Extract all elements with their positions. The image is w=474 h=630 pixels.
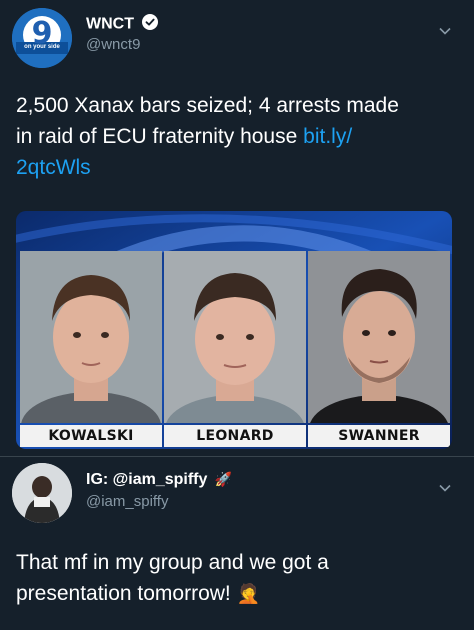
chevron-down-icon[interactable]: [438, 481, 452, 495]
tweet-text-line1: 2,500 Xanax bars seized; 4 arrests made: [16, 94, 399, 117]
tweet-iam-spiffy: IG: @iam_spiffy 🚀 @iam_spiffy That mf in…: [0, 457, 474, 630]
iam-spiffy-name-label: IG: @iam_spiffy: [86, 471, 208, 488]
tweet-text: 2,500 Xanax bars seized; 4 arrests made …: [16, 90, 456, 183]
iam-spiffy-display-name[interactable]: IG: @iam_spiffy 🚀: [86, 471, 232, 489]
nameplate-leonard: LEONARD: [164, 425, 306, 447]
iam-spiffy-handle[interactable]: @iam_spiffy: [86, 493, 168, 510]
profile-photo-icon: [12, 463, 72, 523]
nameplate-kowalski: KOWALSKI: [20, 425, 162, 447]
verified-badge-icon: [142, 14, 159, 35]
reply-text-line1: That mf in my group and we got a: [16, 551, 329, 574]
reply-text: That mf in my group and we got a present…: [16, 547, 456, 610]
wnct-avatar[interactable]: 9 on your side: [12, 8, 72, 68]
wnct-name-label: WNCT: [86, 15, 134, 33]
wnct-handle[interactable]: @wnct9: [86, 36, 140, 53]
reply-text-line2: presentation tomorrow! 🤦: [16, 578, 456, 610]
tweet-link-part1[interactable]: bit.ly/: [303, 125, 352, 148]
tweet-link-part2[interactable]: 2qtcWls: [16, 152, 456, 183]
tweet-text-line2: in raid of ECU fraternity house bit.ly/: [16, 125, 353, 148]
iam-spiffy-avatar[interactable]: [12, 463, 72, 523]
mugshot-leonard: [164, 251, 306, 423]
reply-text-line2-label: presentation tomorrow!: [16, 582, 231, 605]
tweet-wnct: 9 on your side WNCT @wnct9 2,500 Xanax b…: [0, 0, 474, 460]
mugshot-kowalski: [20, 251, 162, 423]
chevron-down-icon[interactable]: [438, 24, 452, 38]
mugshot-swanner: [308, 251, 450, 423]
wnct-logo-tagline: on your side: [24, 44, 60, 50]
wnct-display-name[interactable]: WNCT: [86, 14, 159, 35]
rocket-emoji-icon: 🚀: [214, 471, 233, 487]
facepalm-emoji-icon: 🤦: [236, 584, 261, 605]
nameplate-swanner: SWANNER: [308, 425, 450, 447]
tweet-media-image[interactable]: KOWALSKI LEONARD SWANNER: [16, 211, 452, 449]
